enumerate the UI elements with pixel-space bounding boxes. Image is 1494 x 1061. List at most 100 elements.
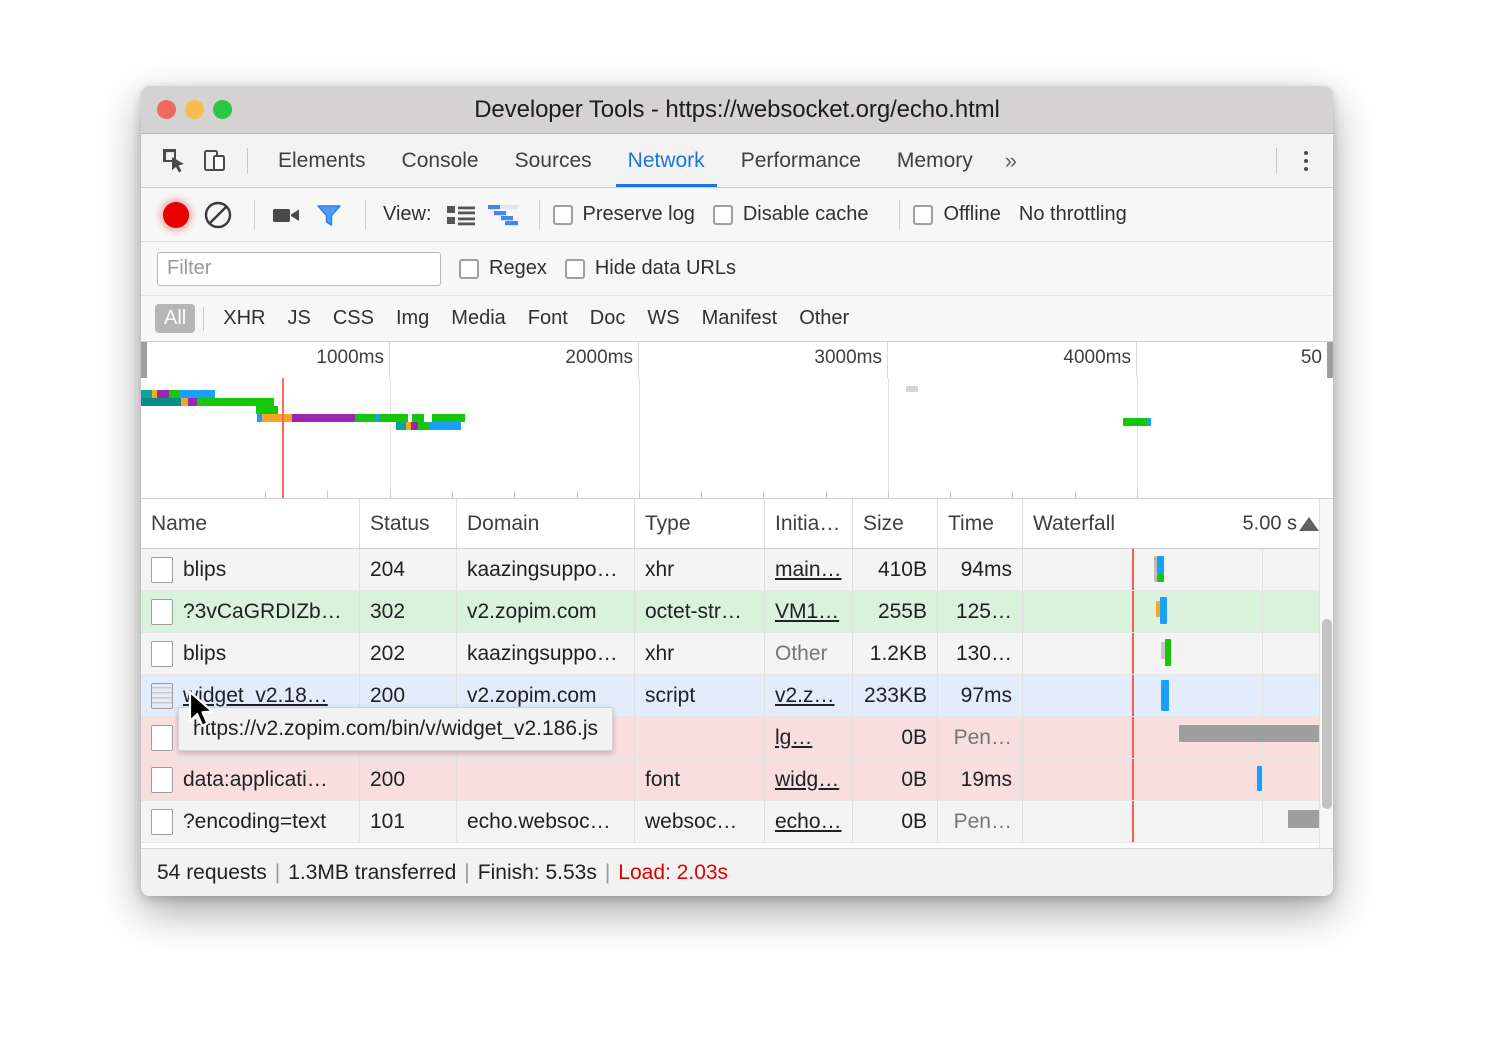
- record-button-icon[interactable]: [157, 196, 195, 234]
- cell-initiator-link[interactable]: v2.z…: [775, 684, 835, 708]
- column-header-time[interactable]: Time: [938, 499, 1023, 548]
- column-header-waterfall[interactable]: Waterfall 5.00 s: [1023, 499, 1333, 548]
- cell-initiator[interactable]: main…: [765, 549, 853, 591]
- cell-time: 97ms: [938, 675, 1023, 717]
- tab-console[interactable]: Console: [384, 134, 497, 187]
- disable-cache-checkbox[interactable]: Disable cache: [713, 203, 869, 226]
- preserve-log-label: Preserve log: [583, 203, 695, 226]
- type-filter-js[interactable]: JS: [276, 304, 321, 333]
- cell-name[interactable]: ?encoding=text: [141, 801, 360, 843]
- throttling-select[interactable]: No throttling: [1019, 203, 1127, 226]
- requests-table: Name Status Domain Type Initia… Size Tim…: [141, 499, 1333, 848]
- overview-segment: [355, 414, 376, 422]
- type-filter-css[interactable]: CSS: [322, 304, 385, 333]
- type-filter-img[interactable]: Img: [385, 304, 440, 333]
- column-header-name[interactable]: Name: [141, 499, 360, 548]
- cell-initiator[interactable]: widg…: [765, 759, 853, 801]
- search-input[interactable]: Filter: [157, 252, 441, 286]
- cell-waterfall: [1023, 675, 1333, 717]
- cell-status: 302: [360, 591, 457, 633]
- overview-tick: 3000ms: [639, 342, 888, 378]
- status-separator: |: [275, 861, 280, 885]
- tab-performance[interactable]: Performance: [723, 134, 879, 187]
- table-row[interactable]: blips 204 kaazingsuppo… xhr main… 410B 9…: [141, 549, 1333, 591]
- more-tabs-button[interactable]: »: [991, 134, 1031, 187]
- cell-time: 94ms: [938, 549, 1023, 591]
- overview-gridline: [888, 378, 889, 498]
- column-header-type[interactable]: Type: [635, 499, 765, 548]
- cell-type: [635, 717, 765, 759]
- column-header-domain[interactable]: Domain: [457, 499, 635, 548]
- cell-name[interactable]: blips: [141, 549, 360, 591]
- waterfall-load-marker: [1132, 591, 1134, 632]
- overview-tick-label: 1000ms: [316, 347, 384, 369]
- type-filter-font[interactable]: Font: [517, 304, 579, 333]
- regex-label: Regex: [489, 257, 547, 280]
- scrollbar-thumb[interactable]: [1322, 619, 1332, 809]
- waterfall-load-marker: [1132, 633, 1134, 674]
- status-separator: |: [605, 861, 610, 885]
- network-overview-timeline[interactable]: 1000ms 2000ms 3000ms 4000ms 50: [141, 342, 1333, 499]
- device-toolbar-icon[interactable]: [195, 141, 235, 181]
- cell-initiator[interactable]: v2.z…: [765, 675, 853, 717]
- table-vertical-scrollbar[interactable]: [1319, 499, 1333, 848]
- waterfall-bar-wait: [1165, 639, 1171, 666]
- preserve-log-checkbox[interactable]: Preserve log: [553, 203, 695, 226]
- table-row[interactable]: data:applicati… 200 font widg… 0B 19ms: [141, 759, 1333, 801]
- column-header-status[interactable]: Status: [360, 499, 457, 548]
- waterfall-bar-download: [1257, 766, 1262, 791]
- close-window-button[interactable]: [157, 100, 176, 119]
- inspect-element-icon[interactable]: [155, 141, 195, 181]
- overview-tick: 1000ms: [141, 342, 390, 378]
- tab-memory[interactable]: Memory: [879, 134, 991, 187]
- cell-initiator-link[interactable]: lg…: [775, 726, 812, 750]
- list-view-icon[interactable]: [442, 196, 480, 234]
- overview-gridline: [1137, 378, 1138, 498]
- table-row[interactable]: ?3vCaGRDIZb… 302 v2.zopim.com octet-str……: [141, 591, 1333, 633]
- cell-initiator-link[interactable]: VM1…: [775, 600, 839, 624]
- type-filter-doc[interactable]: Doc: [579, 304, 637, 333]
- cell-time: 125…: [938, 591, 1023, 633]
- overview-segment: [262, 414, 292, 422]
- cell-initiator[interactable]: echo…: [765, 801, 853, 843]
- type-filter-all[interactable]: All: [155, 304, 195, 333]
- hide-data-urls-checkbox[interactable]: Hide data URLs: [565, 257, 736, 280]
- type-filter-ws[interactable]: WS: [636, 304, 690, 333]
- kebab-menu-icon[interactable]: [1289, 144, 1323, 178]
- cell-initiator[interactable]: VM1…: [765, 591, 853, 633]
- capture-screenshots-icon[interactable]: [268, 196, 306, 234]
- cell-type: xhr: [635, 549, 765, 591]
- clear-icon[interactable]: [199, 196, 237, 234]
- tabstrip-divider-right: [1276, 148, 1277, 174]
- cell-initiator-link[interactable]: widg…: [775, 768, 839, 792]
- offline-checkbox[interactable]: Offline: [913, 203, 1000, 226]
- overview-segment: [412, 414, 424, 422]
- column-header-initiator[interactable]: Initia…: [765, 499, 853, 548]
- waterfall-view-icon[interactable]: [484, 196, 522, 234]
- cell-name[interactable]: blips: [141, 633, 360, 675]
- cell-initiator-link[interactable]: echo…: [775, 810, 842, 834]
- type-filter-other[interactable]: Other: [788, 304, 860, 333]
- table-row[interactable]: ?encoding=text 101 echo.websoc… websoc… …: [141, 801, 1333, 843]
- cell-name[interactable]: data:applicati…: [141, 759, 360, 801]
- tab-network[interactable]: Network: [610, 134, 723, 187]
- cell-size: 0B: [853, 717, 938, 759]
- cell-name-link[interactable]: widget_v2.18…: [183, 684, 328, 708]
- cell-size: 1.2KB: [853, 633, 938, 675]
- cell-name[interactable]: ?3vCaGRDIZb…: [141, 591, 360, 633]
- table-row[interactable]: blips 202 kaazingsuppo… xhr Other 1.2KB …: [141, 633, 1333, 675]
- regex-checkbox[interactable]: Regex: [459, 257, 547, 280]
- type-filter-media[interactable]: Media: [440, 304, 516, 333]
- filter-funnel-icon[interactable]: [310, 196, 348, 234]
- cell-type: websoc…: [635, 801, 765, 843]
- column-header-size[interactable]: Size: [853, 499, 938, 548]
- type-filter-xhr[interactable]: XHR: [212, 304, 276, 333]
- type-filter-manifest[interactable]: Manifest: [691, 304, 789, 333]
- cell-initiator-link[interactable]: main…: [775, 558, 842, 582]
- maximize-window-button[interactable]: [213, 100, 232, 119]
- minimize-window-button[interactable]: [185, 100, 204, 119]
- tab-elements[interactable]: Elements: [260, 134, 384, 187]
- cell-initiator[interactable]: lg…: [765, 717, 853, 759]
- tab-sources[interactable]: Sources: [497, 134, 610, 187]
- table-header-row: Name Status Domain Type Initia… Size Tim…: [141, 499, 1333, 549]
